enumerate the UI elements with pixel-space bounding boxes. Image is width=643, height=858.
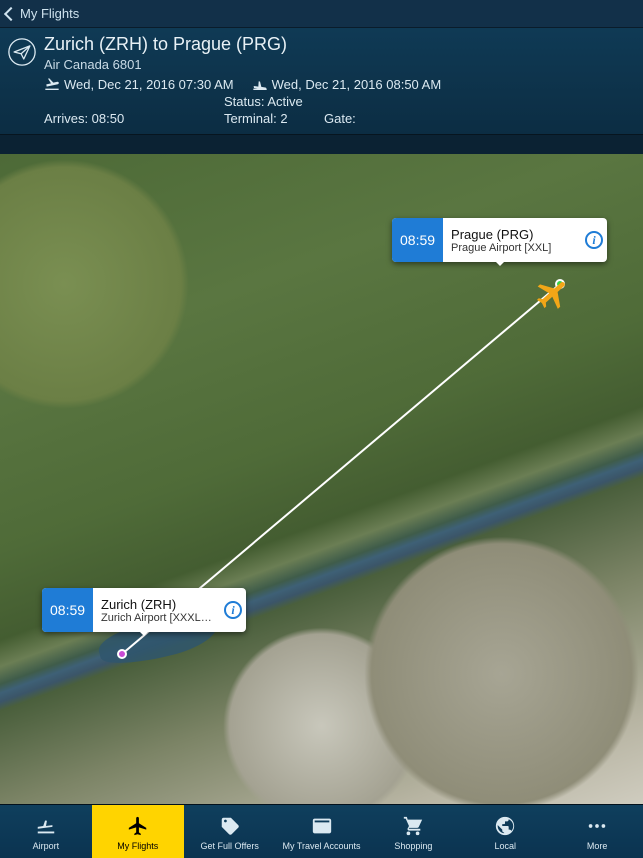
- tab-travel-accounts[interactable]: My Travel Accounts: [276, 805, 368, 858]
- chevron-left-icon: [4, 6, 18, 20]
- gate-label: Gate:: [324, 111, 356, 126]
- terminal-label: Terminal: 2: [224, 111, 324, 126]
- flight-route-title: Zurich (ZRH) to Prague (PRG): [44, 34, 633, 55]
- origin-info-button[interactable]: i: [220, 588, 246, 632]
- info-icon: i: [585, 231, 603, 249]
- destination-time-badge: 08:59: [392, 218, 443, 262]
- status-row: Status: Active: [44, 94, 633, 109]
- back-button[interactable]: My Flights: [6, 6, 79, 21]
- arrival-leg: Wed, Dec 21, 2016 08:50 AM: [252, 76, 442, 92]
- tab-label: Airport: [33, 841, 60, 851]
- tab-airport[interactable]: Airport: [0, 805, 92, 858]
- details-row: Arrives: 08:50 Terminal: 2 Gate:: [44, 111, 633, 126]
- globe-icon: [494, 813, 516, 839]
- more-icon: [586, 813, 608, 839]
- cart-icon: [402, 813, 424, 839]
- tab-local[interactable]: Local: [459, 805, 551, 858]
- origin-marker[interactable]: [117, 649, 127, 659]
- tab-label: My Travel Accounts: [282, 841, 360, 851]
- flight-map[interactable]: 08:59 Prague (PRG) Prague Airport [XXL] …: [0, 154, 643, 804]
- origin-callout[interactable]: 08:59 Zurich (ZRH) Zurich Airport [XXXL]…: [42, 588, 246, 632]
- origin-time-badge: 08:59: [42, 588, 93, 632]
- arrival-datetime: Wed, Dec 21, 2016 08:50 AM: [272, 77, 442, 92]
- origin-callout-body: Zurich (ZRH) Zurich Airport [XXXL] F...: [93, 588, 220, 632]
- tab-get-offers[interactable]: Get Full Offers: [184, 805, 276, 858]
- tab-shopping[interactable]: Shopping: [367, 805, 459, 858]
- tab-label: My Flights: [117, 841, 158, 851]
- tab-more[interactable]: More: [551, 805, 643, 858]
- tab-bar: Airport My Flights Get Full Offers My Tr…: [0, 804, 643, 858]
- top-nav-bar: My Flights: [0, 0, 643, 28]
- destination-callout[interactable]: 08:59 Prague (PRG) Prague Airport [XXL] …: [392, 218, 607, 262]
- tab-label: More: [587, 841, 608, 851]
- origin-title: Zurich (ZRH): [101, 597, 212, 612]
- plane-icon: [526, 267, 580, 321]
- tab-my-flights[interactable]: My Flights: [92, 805, 184, 858]
- card-icon: [311, 813, 333, 839]
- tab-label: Get Full Offers: [200, 841, 258, 851]
- destination-callout-body: Prague (PRG) Prague Airport [XXL]: [443, 218, 581, 262]
- origin-sub: Zurich Airport [XXXL] F...: [101, 612, 212, 624]
- flight-times-row: Wed, Dec 21, 2016 07:30 AM Wed, Dec 21, …: [44, 76, 633, 92]
- tag-icon: [219, 813, 241, 839]
- info-icon: i: [224, 601, 242, 619]
- paper-plane-icon[interactable]: [8, 38, 36, 66]
- departure-leg: Wed, Dec 21, 2016 07:30 AM: [44, 76, 234, 92]
- airline-label: Air Canada 6801: [44, 57, 633, 72]
- tab-label: Local: [494, 841, 516, 851]
- departure-datetime: Wed, Dec 21, 2016 07:30 AM: [64, 77, 234, 92]
- flight-header: Zurich (ZRH) to Prague (PRG) Air Canada …: [0, 28, 643, 135]
- arrives-label: Arrives: 08:50: [44, 111, 224, 126]
- status-label: Status: Active: [224, 94, 303, 109]
- plane-icon: [127, 813, 149, 839]
- destination-info-button[interactable]: i: [581, 218, 607, 262]
- tab-label: Shopping: [394, 841, 432, 851]
- takeoff-icon: [44, 76, 60, 92]
- destination-sub: Prague Airport [XXL]: [451, 242, 573, 254]
- airport-icon: [35, 813, 57, 839]
- landing-icon: [252, 76, 268, 92]
- destination-title: Prague (PRG): [451, 227, 573, 242]
- back-label: My Flights: [20, 6, 79, 21]
